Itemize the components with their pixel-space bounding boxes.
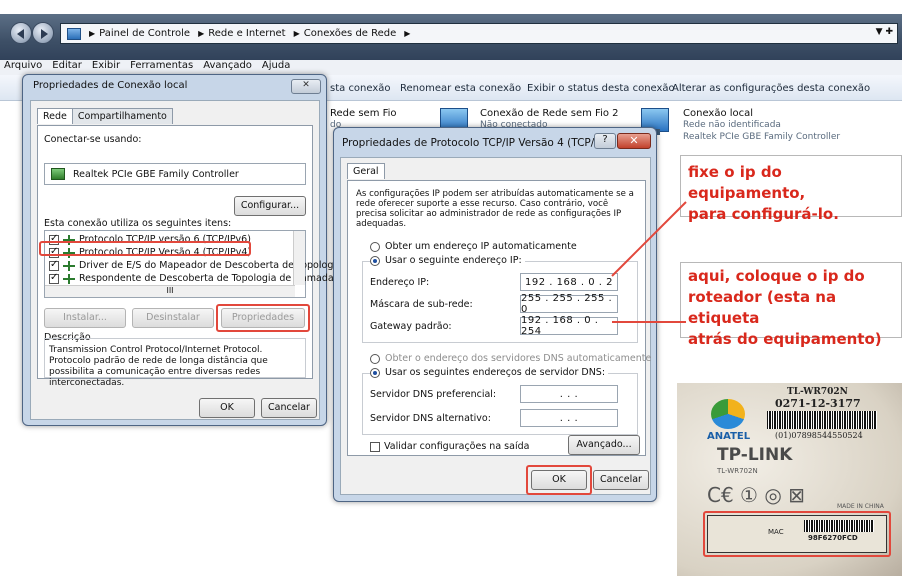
photo-made-in: MADE IN CHINA bbox=[837, 503, 884, 510]
arrow-line bbox=[611, 201, 687, 277]
anatel-logo-icon bbox=[711, 399, 745, 429]
arrow-line bbox=[861, 348, 902, 380]
router-label-photo: TL-WR702N 0271-12-3177 (01)0789854455052… bbox=[677, 383, 902, 576]
arrow-line bbox=[699, 348, 759, 382]
barcode bbox=[767, 411, 877, 429]
photo-brand: TP-LINK bbox=[717, 445, 793, 465]
photo-anatel: ANATEL bbox=[707, 431, 751, 442]
highlight-label bbox=[703, 511, 891, 557]
photo-serial: 0271-12-3177 bbox=[775, 397, 861, 410]
photo-brand-model: TL-WR702N bbox=[717, 467, 758, 475]
photo-cert-marks: C€ ① ◎ ⊠ bbox=[707, 483, 805, 507]
photo-model: TL-WR702N bbox=[787, 387, 848, 397]
photo-barcode-number: (01)07898544550524 bbox=[775, 431, 863, 440]
